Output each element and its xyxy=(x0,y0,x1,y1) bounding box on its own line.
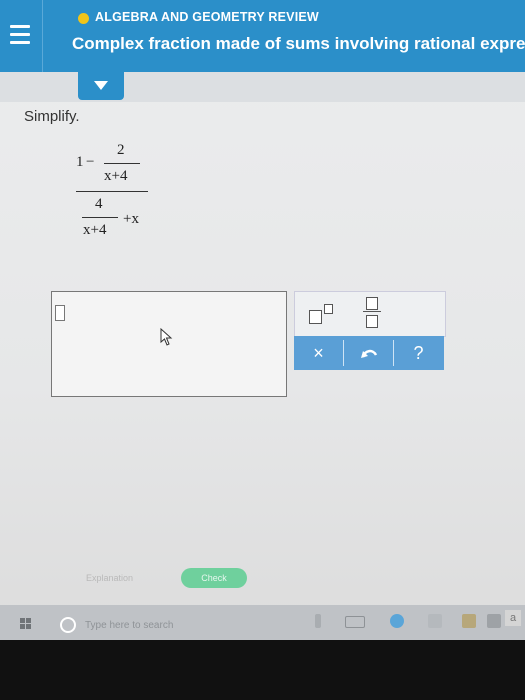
menu-button[interactable] xyxy=(0,0,43,72)
topic-label: ALGEBRA AND GEOMETRY REVIEW xyxy=(95,10,319,24)
fraction-button[interactable] xyxy=(353,294,393,332)
denominator-plus-x: +x xyxy=(123,211,139,227)
math-toolbar-top xyxy=(294,291,446,337)
microphone-icon[interactable] xyxy=(315,614,321,628)
undo-icon xyxy=(360,349,377,358)
screen: ALGEBRA AND GEOMETRY REVIEW Complex frac… xyxy=(0,0,525,640)
menu-icon xyxy=(10,25,30,28)
numerator-one: 1 xyxy=(76,154,84,170)
inner-denominator-bar xyxy=(82,217,118,218)
help-button[interactable]: ? xyxy=(394,336,443,370)
math-toolbar-actions: × ? xyxy=(294,336,444,370)
collapse-toggle-button[interactable] xyxy=(78,72,124,100)
windows-start-icon[interactable] xyxy=(20,618,32,630)
clear-button[interactable]: × xyxy=(294,336,343,370)
mouse-pointer-icon xyxy=(160,328,173,346)
undo-button[interactable] xyxy=(344,336,393,370)
main-fraction-bar xyxy=(76,191,148,192)
answer-cursor-slot[interactable] xyxy=(55,305,65,321)
header-bar: ALGEBRA AND GEOMETRY REVIEW Complex frac… xyxy=(0,0,525,72)
task-view-icon[interactable] xyxy=(345,616,365,628)
mail-icon[interactable] xyxy=(487,614,501,628)
exponent-button[interactable] xyxy=(303,298,337,328)
inner-denominator-bottom: x+4 xyxy=(83,222,107,238)
instruction-text: Simplify. xyxy=(24,108,80,125)
inner-numerator-bottom: x+4 xyxy=(104,168,128,184)
topic-status-dot xyxy=(78,13,89,24)
edge-browser-icon[interactable] xyxy=(390,614,404,628)
lesson-title: Complex fraction made of sums involving … xyxy=(72,34,525,53)
check-button[interactable]: Check xyxy=(181,568,247,588)
numerator-minus: − xyxy=(86,154,95,170)
inner-numerator-top: 2 xyxy=(117,142,125,158)
taskbar xyxy=(0,605,525,640)
inner-denominator-top: 4 xyxy=(95,196,103,212)
inner-fraction-bar xyxy=(104,163,140,164)
taskbar-app-a[interactable]: a xyxy=(505,610,521,626)
file-explorer-icon[interactable] xyxy=(428,614,442,628)
explanation-button[interactable]: Explanation xyxy=(86,573,133,583)
chevron-down-icon xyxy=(94,81,108,90)
cortana-icon[interactable] xyxy=(60,617,76,633)
taskbar-search-input[interactable]: Type here to search xyxy=(85,620,173,631)
store-icon[interactable] xyxy=(462,614,476,628)
fraction-icon xyxy=(363,297,383,331)
